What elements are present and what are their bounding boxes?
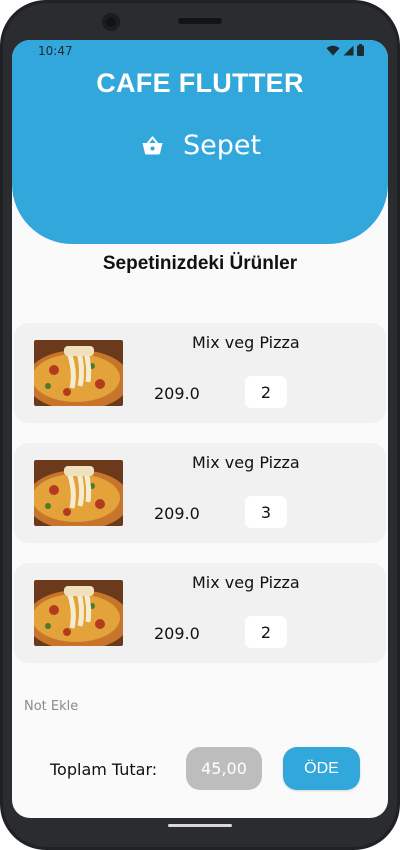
battery-icon (357, 44, 364, 56)
quantity-field[interactable]: 2 (245, 376, 287, 408)
cart-heading-label: Sepet (183, 130, 262, 161)
item-price: 209.0 (154, 624, 200, 643)
home-indicator[interactable] (168, 824, 232, 827)
basket-icon (142, 136, 163, 155)
signal-icon (343, 45, 354, 55)
cart-item[interactable]: Mix veg Pizza 209.0 2 (14, 323, 386, 423)
pizza-image (34, 580, 123, 646)
total-label: Toplam Tutar: (50, 760, 158, 779)
pizza-image (34, 460, 123, 526)
cart-item[interactable]: Mix veg Pizza 209.0 3 (14, 443, 386, 543)
status-icons (326, 44, 364, 56)
item-price: 209.0 (154, 384, 200, 403)
item-name: Mix veg Pizza (192, 453, 300, 472)
app-screen: 10:47 CAFE FLUTTER Sepet Sepetinizdeki Ü… (12, 40, 388, 818)
quantity-field[interactable]: 2 (245, 616, 287, 648)
item-price: 209.0 (154, 504, 200, 523)
add-note-button[interactable]: Not Ekle (24, 699, 78, 714)
cart-item[interactable]: Mix veg Pizza 209.0 2 (14, 563, 386, 663)
earpiece-speaker (178, 18, 222, 24)
status-time: 10:47 (38, 44, 73, 58)
section-title: Sepetinizdeki Ürünler (102, 253, 298, 274)
app-title: CAFE FLUTTER (96, 68, 304, 98)
front-camera (102, 13, 120, 31)
app-header: 10:47 CAFE FLUTTER Sepet (12, 40, 388, 244)
item-name: Mix veg Pizza (192, 333, 300, 352)
pay-button[interactable]: ÖDE (283, 747, 360, 790)
quantity-field[interactable]: 3 (245, 496, 287, 528)
pizza-image (34, 340, 123, 406)
total-value: 45,00 (186, 747, 262, 790)
item-name: Mix veg Pizza (192, 573, 300, 592)
wifi-icon (326, 45, 340, 55)
phone-frame: 10:47 CAFE FLUTTER Sepet Sepetinizdeki Ü… (0, 0, 400, 850)
cart-heading: Sepet (142, 130, 261, 161)
